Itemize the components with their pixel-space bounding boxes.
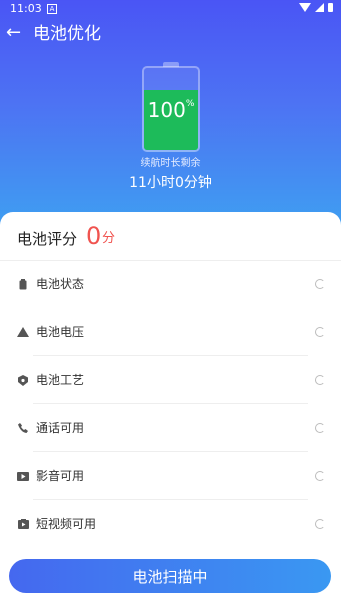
video-icon [17, 518, 29, 530]
check-item-media-available: 影音可用 [0, 452, 341, 500]
check-item-short-video-available: 短视频可用 [0, 500, 341, 548]
score-value: 0 [86, 222, 102, 250]
loading-spinner-icon [315, 423, 325, 433]
check-label: 短视频可用 [36, 517, 97, 531]
check-item-call-available: 通话可用 [0, 404, 341, 452]
percent-sign: % [185, 99, 195, 109]
check-item-battery-status: 电池状态 [0, 260, 341, 308]
status-icons [299, 3, 333, 12]
check-item-battery-process: 电池工艺 [0, 356, 341, 404]
back-arrow-icon[interactable]: ← [6, 21, 21, 45]
score-label: 电池评分 [17, 230, 78, 248]
diagnostics-card: 电池评分 0 分 电池状态 电池电压 电池工艺 通话可用 影音可用 短视频可用 [0, 212, 341, 600]
battery-level-value: 100 [147, 98, 186, 122]
loading-spinner-icon [315, 519, 325, 529]
battery-icon [17, 278, 29, 290]
wifi-icon [299, 3, 311, 12]
signal-icon [315, 3, 324, 12]
warning-triangle-icon [17, 326, 29, 338]
page-title: 电池优化 [33, 24, 101, 44]
loading-spinner-icon [315, 375, 325, 385]
battery-percentage: 100% [144, 98, 198, 122]
toolbar: ← 电池优化 [0, 20, 341, 48]
play-icon [17, 470, 29, 482]
battery-level-graphic: 100% [142, 62, 200, 152]
loading-spinner-icon [315, 327, 325, 337]
notification-icon: A [47, 4, 57, 14]
remaining-label: 续航时长剩余 [140, 158, 201, 169]
battery-score-row: 电池评分 0 分 [0, 212, 341, 261]
battery-header: 11:03 A ← 电池优化 100% 续航时长剩余 11小时0分钟 [0, 0, 341, 232]
score-unit: 分 [102, 231, 116, 246]
status-bar: 11:03 A [0, 0, 341, 18]
check-item-battery-voltage: 电池电压 [0, 308, 341, 356]
check-label: 电池工艺 [36, 373, 85, 387]
loading-spinner-icon [315, 471, 325, 481]
check-label: 电池状态 [36, 277, 85, 291]
check-label: 电池电压 [36, 325, 85, 339]
loading-spinner-icon [315, 279, 325, 289]
phone-icon [17, 422, 29, 434]
check-label: 通话可用 [36, 421, 85, 435]
battery-body: 100% [142, 66, 200, 152]
status-time: 11:03 [10, 2, 42, 15]
remaining-time: 11小时0分钟 [129, 175, 212, 191]
shield-icon [17, 374, 29, 386]
battery-status-icon [328, 3, 333, 12]
check-label: 影音可用 [36, 469, 85, 483]
scan-button[interactable]: 电池扫描中 [9, 559, 331, 593]
